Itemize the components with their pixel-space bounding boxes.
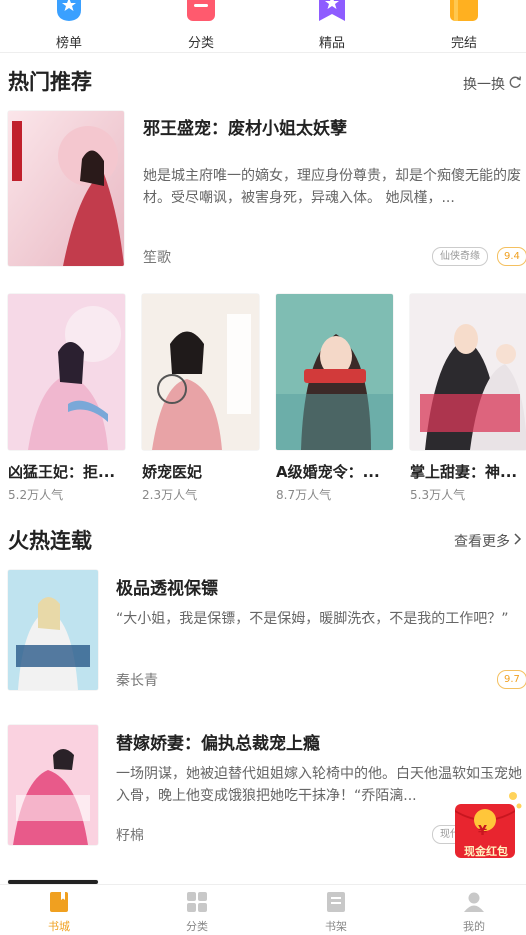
see-more-button[interactable]: 查看更多 xyxy=(454,531,522,551)
featured-book-description: 她是城主府唯一的嫡女，理应身份尊贵，却是个痴傻无能的废材。受尽嘲讽，被害身死，异… xyxy=(143,168,521,206)
serial-section-title: 火热连载 xyxy=(8,529,92,553)
category-classify[interactable]: 分类 xyxy=(166,0,236,52)
grid-book-cover-3[interactable] xyxy=(276,294,393,450)
category-classify-label: 分类 xyxy=(187,36,214,51)
category-premium[interactable]: 精品 xyxy=(297,0,367,52)
tab-category[interactable]: 分类 xyxy=(157,885,237,935)
premium-icon xyxy=(317,0,347,22)
serial-book-cover-1[interactable] xyxy=(8,570,98,690)
red-packet-symbol: ¥ xyxy=(478,824,488,839)
grid-book-cover-4[interactable] xyxy=(410,294,526,450)
serial-book-description-1: “大小姐，我是保镖，不是保姆，暖脚洗衣，不是我的工作吧？” xyxy=(116,611,509,627)
featured-book-tag: 仙侠奇缘 xyxy=(432,247,488,266)
hot-section-title: 热门推荐 xyxy=(8,70,92,94)
grid-book-title-1[interactable]: 凶猛王妃：拒... xyxy=(8,461,126,482)
featured-book-author: 笙歌 xyxy=(143,250,171,266)
refresh-label: 换一换 xyxy=(463,77,505,93)
grid-book-title-2[interactable]: 娇宠医妃 xyxy=(142,461,260,482)
ranking-icon xyxy=(54,0,84,22)
featured-book-title[interactable]: 邪王盛宠：废材小姐太妖孽 xyxy=(143,114,347,139)
red-packet-label: 现金红包 xyxy=(464,845,508,858)
category-grid-icon xyxy=(186,891,208,913)
tab-bookstore[interactable]: 书城 xyxy=(19,885,99,935)
serial-book-title-1[interactable]: 极品透视保镖 xyxy=(116,574,218,599)
serial-book-score-1: 9.7 xyxy=(497,670,526,689)
category-ranking[interactable]: 榜单 xyxy=(34,0,104,52)
refresh-button[interactable]: 换一换 xyxy=(463,74,522,94)
bookshelf-icon xyxy=(325,891,347,913)
category-finished-label: 完结 xyxy=(450,36,477,51)
serial-book-author-1: 秦长青 xyxy=(116,673,158,689)
grid-book-popularity-1: 5.2万人气 xyxy=(8,488,64,502)
category-icon xyxy=(186,0,216,22)
grid-book-cover-2[interactable] xyxy=(142,294,259,450)
grid-book-title-3[interactable]: A级婚宠令：... xyxy=(276,461,394,482)
bottom-tab-bar: 书城 分类 书架 我的 xyxy=(0,884,526,935)
grid-book-popularity-2: 2.3万人气 xyxy=(142,488,198,502)
featured-book-cover[interactable] xyxy=(8,111,124,266)
featured-book-score: 9.4 xyxy=(497,247,526,266)
finished-icon xyxy=(449,0,479,22)
tab-profile[interactable]: 我的 xyxy=(434,885,514,935)
tab-profile-label: 我的 xyxy=(463,920,485,933)
serial-book-cover-2[interactable] xyxy=(8,725,98,845)
category-premium-label: 精品 xyxy=(318,36,345,51)
serial-book-title-2[interactable]: 替嫁娇妻：偏执总裁宠上瘾 xyxy=(116,729,320,754)
tab-bookshelf-label: 书架 xyxy=(325,920,347,933)
tab-bookshelf[interactable]: 书架 xyxy=(296,885,376,935)
serial-book-author-2: 籽棉 xyxy=(116,828,144,844)
grid-book-popularity-4: 5.3万人气 xyxy=(410,488,466,502)
category-strip: 榜单 分类 精品 完结 xyxy=(0,0,526,52)
tab-bookstore-label: 书城 xyxy=(48,920,70,933)
grid-book-title-4[interactable]: 掌上甜妻：神... xyxy=(410,461,526,482)
tab-category-label: 分类 xyxy=(186,920,208,933)
refresh-icon xyxy=(508,75,522,93)
red-packet-button[interactable]: ¥ 现金红包 xyxy=(455,788,523,860)
chevron-right-icon xyxy=(513,532,522,550)
category-finished[interactable]: 完结 xyxy=(429,0,499,52)
category-ranking-label: 榜单 xyxy=(55,36,82,51)
divider xyxy=(0,52,526,53)
grid-book-cover-1[interactable] xyxy=(8,294,125,450)
see-more-label: 查看更多 xyxy=(454,534,510,550)
grid-book-popularity-3: 8.7万人气 xyxy=(276,488,332,502)
profile-icon xyxy=(463,891,485,913)
bookstore-icon xyxy=(48,891,70,913)
